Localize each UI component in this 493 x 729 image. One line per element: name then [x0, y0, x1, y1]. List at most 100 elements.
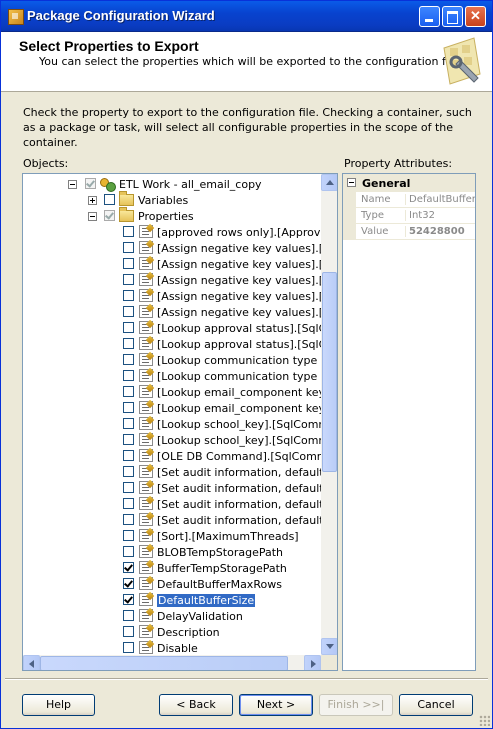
property-attributes-grid[interactable]: General Name DefaultBufferS Type Int32 V…: [342, 173, 476, 671]
property-checkbox[interactable]: [123, 258, 134, 269]
back-button[interactable]: < Back: [159, 694, 233, 716]
properties-checkbox[interactable]: [104, 210, 115, 221]
property-checkbox[interactable]: [123, 338, 134, 349]
tree-item-property[interactable]: [Sort].[MaximumThreads]: [23, 528, 321, 544]
tree-item-property[interactable]: [Set audit information, default info: [23, 496, 337, 512]
tree-item-property[interactable]: [Set audit information, default info: [23, 512, 337, 528]
property-checkbox[interactable]: [123, 594, 134, 605]
property-checkbox[interactable]: [123, 642, 134, 653]
tree-item-property[interactable]: [Lookup approval status].[SqlCom: [23, 320, 337, 336]
title-bar[interactable]: Package Configuration Wizard ✕: [1, 1, 492, 32]
property-checkbox[interactable]: [123, 466, 134, 477]
tree-item-property[interactable]: [Assign negative key values].[Der: [23, 304, 337, 320]
tree-item-property[interactable]: [Set audit information, default info: [23, 480, 337, 496]
tree-item-property[interactable]: [Lookup communication type key].: [23, 368, 337, 384]
category-general[interactable]: General: [343, 174, 475, 192]
tree-item-property[interactable]: DefaultBufferSize: [23, 592, 321, 608]
property-checkbox[interactable]: [123, 402, 134, 413]
property-checkbox[interactable]: [123, 562, 134, 573]
tree-item-property[interactable]: [Lookup communication type key].: [23, 352, 337, 368]
tree-item-property[interactable]: [Lookup school_key].[SqlComman: [23, 416, 337, 432]
property-checkbox[interactable]: [123, 498, 134, 509]
variables-checkbox[interactable]: [104, 194, 115, 205]
chevron-left-icon: [29, 660, 34, 668]
tree-item-property[interactable]: [Assign negative key values].[Der: [23, 240, 337, 256]
tree-item-property[interactable]: [Lookup email_component key].[S: [23, 400, 337, 416]
tree-node-variables[interactable]: Variables: [23, 191, 321, 208]
close-icon: ✕: [470, 8, 481, 23]
scrollbar-corner: [321, 655, 337, 670]
cancel-button[interactable]: Cancel: [399, 694, 473, 716]
property-label: BufferTempStoragePath: [157, 562, 287, 575]
resize-grip-icon[interactable]: [479, 715, 490, 726]
property-checkbox[interactable]: [123, 450, 134, 461]
property-icon: [139, 321, 153, 334]
property-checkbox[interactable]: [123, 226, 134, 237]
property-checkbox[interactable]: [123, 578, 134, 589]
tree-node-properties[interactable]: Properties: [23, 207, 321, 224]
close-button[interactable]: ✕: [465, 6, 486, 27]
property-checkbox[interactable]: [123, 418, 134, 429]
property-label: [Lookup communication type key].: [157, 354, 338, 367]
tree-item-property[interactable]: [Lookup email_component key].[S: [23, 384, 337, 400]
collapse-icon[interactable]: [347, 178, 356, 187]
tree-item-property[interactable]: [OLE DB Command].[SqlCommand: [23, 448, 337, 464]
property-checkbox[interactable]: [123, 322, 134, 333]
property-checkbox[interactable]: [123, 306, 134, 317]
tree-item-property[interactable]: [approved rows only].[Approved]: [23, 224, 337, 240]
property-checkbox[interactable]: [123, 354, 134, 365]
property-checkbox[interactable]: [123, 370, 134, 381]
tree-item-property[interactable]: Description: [23, 624, 321, 640]
attribute-row-name[interactable]: Name DefaultBufferS: [343, 192, 475, 208]
property-checkbox[interactable]: [123, 386, 134, 397]
property-checkbox[interactable]: [123, 242, 134, 253]
attribute-row-value[interactable]: Value 52428800: [343, 224, 475, 240]
property-checkbox[interactable]: [123, 610, 134, 621]
scroll-left-button[interactable]: [23, 655, 40, 670]
wizard-graphic-icon: [443, 37, 481, 85]
tree-item-property[interactable]: [Assign negative key values].[Der: [23, 288, 337, 304]
property-checkbox[interactable]: [123, 626, 134, 637]
finish-button[interactable]: Finish >>|: [319, 694, 393, 716]
tree-item-property[interactable]: BufferTempStoragePath: [23, 560, 321, 576]
property-icon: [139, 625, 153, 638]
scroll-right-button[interactable]: [304, 655, 321, 670]
horizontal-scroll-thumb[interactable]: [40, 656, 288, 670]
package-checkbox[interactable]: [85, 178, 96, 189]
app-icon: [8, 9, 24, 25]
property-checkbox[interactable]: [123, 482, 134, 493]
property-checkbox[interactable]: [123, 514, 134, 525]
property-icon: [139, 545, 153, 558]
collapse-icon[interactable]: [68, 180, 77, 189]
tree-item-property[interactable]: DefaultBufferMaxRows: [23, 576, 321, 592]
property-checkbox[interactable]: [123, 434, 134, 445]
next-button[interactable]: Next >: [239, 694, 313, 716]
tree-item-property[interactable]: Disable: [23, 640, 321, 656]
tree-item-property[interactable]: [Lookup approval status].[SqlCom: [23, 336, 337, 352]
scroll-down-button[interactable]: [321, 638, 337, 655]
attribute-row-type[interactable]: Type Int32: [343, 208, 475, 224]
maximize-button[interactable]: [442, 6, 463, 27]
minimize-button[interactable]: [419, 6, 440, 27]
vertical-scrollbar[interactable]: [321, 174, 337, 655]
collapse-icon[interactable]: [88, 212, 97, 221]
tree-item-property[interactable]: [Assign negative key values].[Der: [23, 256, 337, 272]
property-checkbox[interactable]: [123, 546, 134, 557]
property-checkbox[interactable]: [123, 290, 134, 301]
vertical-scroll-thumb[interactable]: [322, 272, 337, 472]
objects-tree[interactable]: ETL Work - all_email_copy Variables Prop…: [22, 173, 338, 671]
expand-icon[interactable]: [88, 196, 97, 205]
horizontal-scrollbar[interactable]: [23, 655, 321, 670]
property-checkbox[interactable]: [123, 530, 134, 541]
tree-item-property[interactable]: [Lookup school_key].[SqlComman: [23, 432, 337, 448]
property-checkbox[interactable]: [123, 274, 134, 285]
tree-node-package[interactable]: ETL Work - all_email_copy: [23, 176, 321, 192]
scroll-up-button[interactable]: [321, 174, 337, 191]
help-button[interactable]: Help: [22, 694, 95, 716]
tree-item-property[interactable]: [Assign negative key values].[Der: [23, 272, 337, 288]
tree-item-property[interactable]: BLOBTempStoragePath: [23, 544, 321, 560]
property-label: [Lookup approval status].[SqlCom: [157, 338, 338, 351]
tree-item-property[interactable]: DelayValidation: [23, 608, 321, 624]
property-icon: [139, 289, 153, 302]
tree-item-property[interactable]: [Set audit information, default info: [23, 464, 337, 480]
